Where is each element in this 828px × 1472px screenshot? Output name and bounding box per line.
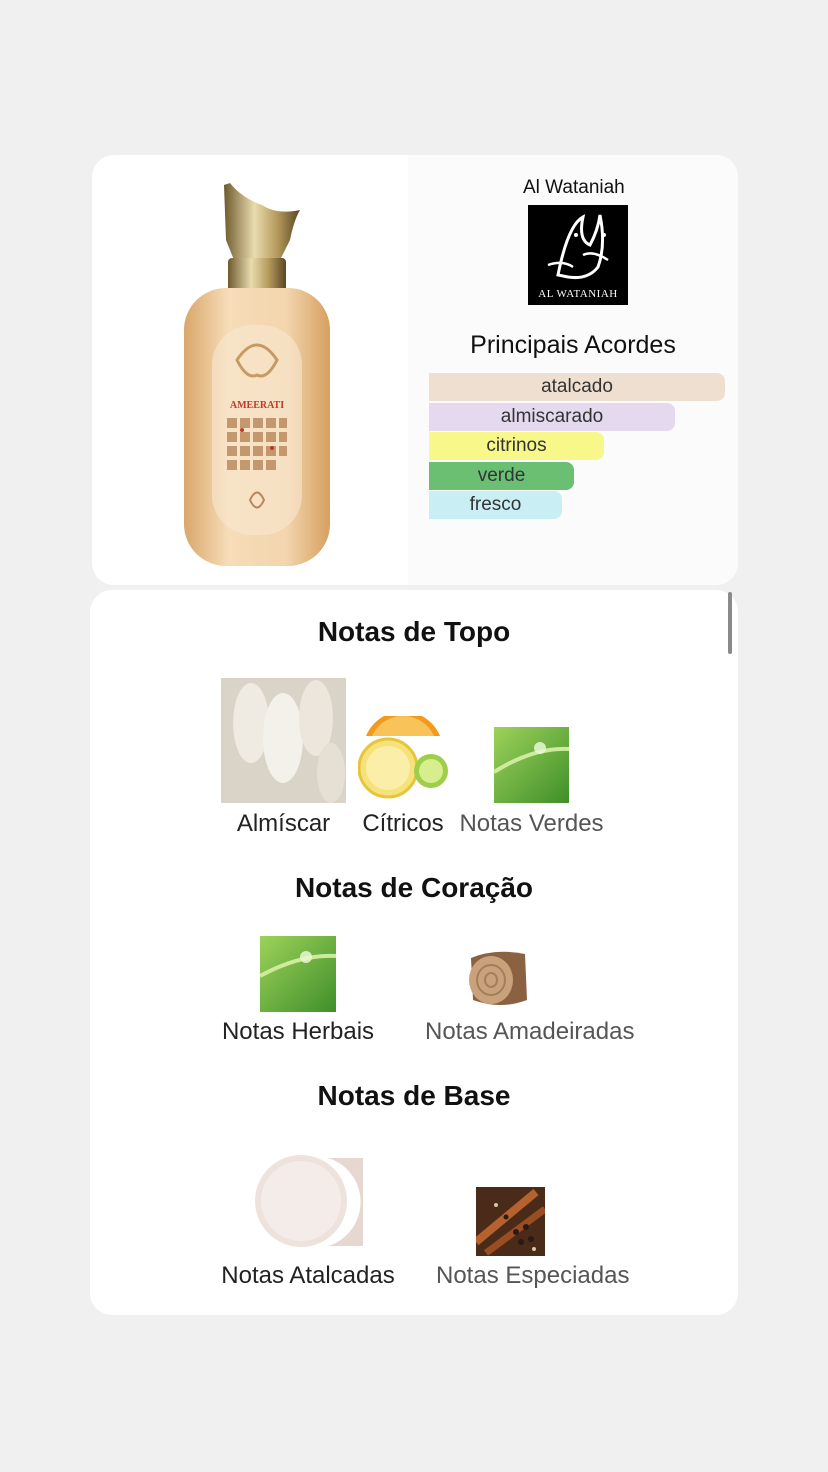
- note-notas-amadeiradas[interactable]: Notas Amadeiradas: [425, 948, 634, 1046]
- accord-bar[interactable]: atalcado: [429, 373, 725, 401]
- base-notes-title: Notas de Base: [317, 1080, 511, 1111]
- green-leaf-image: [494, 727, 569, 803]
- note-notas-verdes[interactable]: Notas Verdes: [459, 727, 604, 838]
- accords-title: Principais Acordes: [470, 331, 676, 359]
- note-notas-herbais[interactable]: Notas Herbais: [222, 936, 374, 1046]
- top-notes-title: Notas de Topo: [317, 616, 511, 647]
- spices-image: [476, 1187, 545, 1256]
- note-label: Notas Herbais: [221, 1018, 375, 1045]
- notes-card: Notas de Topo Almíscar Cítricos Notas Ve…: [90, 590, 738, 1315]
- accord-bar[interactable]: fresco: [429, 491, 562, 519]
- powder-image: [253, 1146, 363, 1256]
- herbal-leaf-image: [260, 936, 336, 1012]
- note-notas-especiadas[interactable]: Notas Especiadas: [436, 1187, 629, 1289]
- note-label: Notas Verdes: [459, 810, 604, 837]
- perfume-summary-card: AMEERATI Al Wataniah AL WATANIAH Princip…: [92, 155, 738, 585]
- perfume-bottle-image: AMEERATI: [184, 183, 330, 566]
- citrus-image: [358, 716, 448, 799]
- musk-feather-image: [221, 678, 346, 803]
- wood-image: [469, 951, 527, 1005]
- accord-bar[interactable]: citrinos: [429, 432, 604, 460]
- brand-logo[interactable]: AL WATANIAH: [528, 205, 628, 305]
- bottle-label: AMEERATI: [230, 400, 284, 411]
- note-citricos[interactable]: Cítricos: [358, 716, 448, 838]
- note-notas-atalcadas[interactable]: Notas Atalcadas: [221, 1146, 395, 1289]
- brand-logo-text: AL WATANIAH: [538, 288, 618, 300]
- note-label: Notas Amadeiradas: [425, 1018, 635, 1045]
- brand-name[interactable]: Al Wataniah: [523, 177, 625, 199]
- accord-bar[interactable]: almiscarado: [429, 403, 675, 431]
- heart-notes-title: Notas de Coração: [294, 872, 534, 903]
- accord-bar[interactable]: verde: [429, 462, 574, 490]
- note-label: Notas Especiadas: [436, 1262, 630, 1289]
- note-label: Notas Atalcadas: [221, 1262, 395, 1289]
